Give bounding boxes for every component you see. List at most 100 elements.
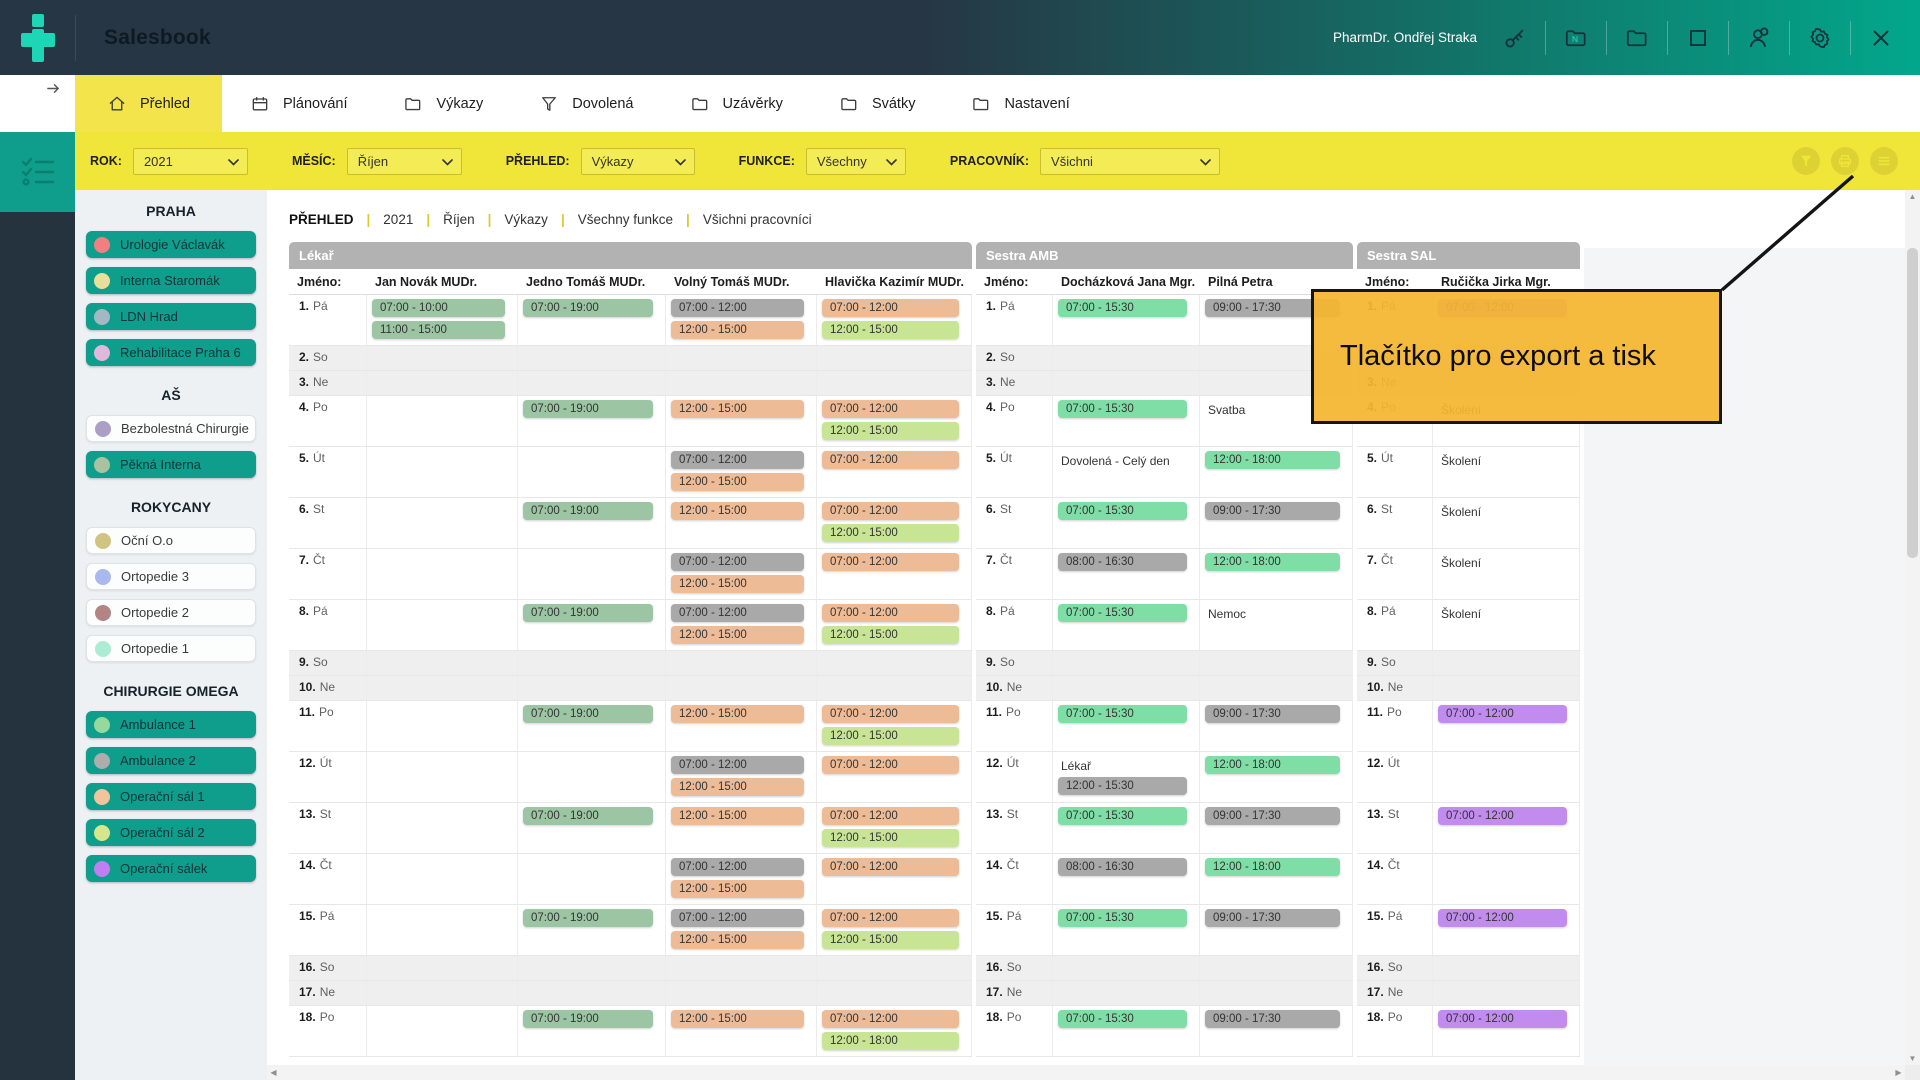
schedule-cell[interactable]: [1200, 676, 1353, 701]
schedule-cell[interactable]: [817, 676, 972, 701]
shift-chip[interactable]: 07:00 - 15:30: [1058, 299, 1187, 317]
schedule-cell[interactable]: 07:00 - 15:30: [1053, 396, 1200, 447]
shift-chip[interactable]: 09:00 - 17:30: [1205, 705, 1340, 723]
shift-chip[interactable]: 09:00 - 17:30: [1205, 1010, 1340, 1028]
schedule-cell[interactable]: 07:00 - 19:00: [518, 1006, 666, 1057]
schedule-cell[interactable]: [1053, 676, 1200, 701]
shift-chip[interactable]: 12:00 - 18:00: [822, 1032, 959, 1050]
schedule-cell[interactable]: [1200, 651, 1353, 676]
schedule-cell[interactable]: 07:00 - 12:00: [1433, 803, 1580, 854]
shift-chip[interactable]: 12:00 - 15:00: [822, 829, 959, 847]
schedule-cell[interactable]: 07:00 - 12:0012:00 - 15:00: [817, 498, 972, 549]
shift-chip[interactable]: 07:00 - 15:30: [1058, 604, 1187, 622]
shift-chip[interactable]: 07:00 - 19:00: [523, 400, 653, 418]
sidebar-item[interactable]: Operační sál 1: [86, 783, 256, 810]
schedule-cell[interactable]: [367, 447, 518, 498]
sidebar-item[interactable]: Urologie Václavák: [86, 231, 256, 258]
shift-chip[interactable]: 12:00 - 15:00: [671, 880, 804, 898]
schedule-cell[interactable]: 07:00 - 12:0012:00 - 15:00: [666, 905, 817, 956]
filter-button[interactable]: [1792, 147, 1820, 175]
schedule-cell[interactable]: [1433, 651, 1580, 676]
schedule-cell[interactable]: Lékař12:00 - 15:30: [1053, 752, 1200, 803]
schedule-cell[interactable]: 09:00 - 17:30: [1200, 498, 1353, 549]
schedule-cell[interactable]: [367, 600, 518, 651]
shift-chip[interactable]: 07:00 - 19:00: [523, 604, 653, 622]
schedule-cell[interactable]: [666, 371, 817, 396]
shift-chip[interactable]: 12:00 - 15:00: [671, 626, 804, 644]
shift-chip[interactable]: 07:00 - 12:00: [822, 299, 959, 317]
tab-nastavení[interactable]: Nastavení: [943, 75, 1097, 132]
schedule-cell[interactable]: 07:00 - 12:0012:00 - 15:00: [666, 447, 817, 498]
sidebar-item[interactable]: Ortopedie 2: [86, 599, 256, 626]
schedule-cell[interactable]: 07:00 - 15:30: [1053, 1006, 1200, 1057]
schedule-cell[interactable]: [817, 651, 972, 676]
schedule-cell[interactable]: [1053, 651, 1200, 676]
shift-chip[interactable]: 07:00 - 12:00: [822, 553, 959, 571]
shift-chip[interactable]: 07:00 - 15:30: [1058, 1010, 1187, 1028]
schedule-cell[interactable]: [367, 905, 518, 956]
schedule-cell[interactable]: Školení: [1433, 549, 1580, 600]
key-icon[interactable]: [1502, 25, 1528, 51]
schedule-cell[interactable]: 09:00 - 17:30: [1200, 1006, 1353, 1057]
schedule-cell[interactable]: 12:00 - 18:00: [1200, 447, 1353, 498]
schedule-cell[interactable]: 07:00 - 15:30: [1053, 600, 1200, 651]
schedule-cell[interactable]: [1200, 981, 1353, 1006]
schedule-cell[interactable]: 07:00 - 15:30: [1053, 701, 1200, 752]
tab-plánování[interactable]: Plánování: [222, 75, 376, 132]
schedule-cell[interactable]: [367, 371, 518, 396]
shift-chip[interactable]: 07:00 - 12:00: [671, 604, 804, 622]
shift-chip[interactable]: 11:00 - 15:00: [372, 321, 505, 339]
schedule-cell[interactable]: 07:00 - 12:0012:00 - 15:00: [817, 396, 972, 447]
schedule-cell[interactable]: Dovolená - Celý den: [1053, 447, 1200, 498]
schedule-cell[interactable]: 07:00 - 12:0012:00 - 15:00: [817, 600, 972, 651]
shift-chip[interactable]: 07:00 - 12:00: [822, 502, 959, 520]
schedule-cell[interactable]: [817, 956, 972, 981]
shift-chip[interactable]: 07:00 - 12:00: [822, 400, 959, 418]
schedule-cell[interactable]: [367, 752, 518, 803]
schedule-cell[interactable]: 07:00 - 19:00: [518, 905, 666, 956]
user-search-icon[interactable]: [1746, 25, 1772, 51]
shift-chip[interactable]: 07:00 - 10:00: [372, 299, 505, 317]
shift-chip[interactable]: 08:00 - 16:30: [1058, 553, 1187, 571]
schedule-cell[interactable]: 12:00 - 18:00: [1200, 549, 1353, 600]
horizontal-scrollbar[interactable]: ◀ ▶: [267, 1065, 1905, 1080]
schedule-cell[interactable]: 08:00 - 16:30: [1053, 854, 1200, 905]
schedule-cell[interactable]: 07:00 - 12:0012:00 - 15:00: [666, 549, 817, 600]
sidebar-item[interactable]: Bezbolestná Chirurgie: [86, 415, 256, 442]
shift-chip[interactable]: 07:00 - 15:30: [1058, 705, 1187, 723]
schedule-cell[interactable]: [1433, 956, 1580, 981]
filter-select-pehled[interactable]: Výkazy: [581, 148, 695, 175]
schedule-cell[interactable]: [367, 498, 518, 549]
folder-icon[interactable]: [1624, 25, 1650, 51]
schedule-cell[interactable]: [518, 371, 666, 396]
close-icon[interactable]: [1868, 25, 1894, 51]
menu-button[interactable]: [1870, 147, 1898, 175]
schedule-cell[interactable]: 07:00 - 12:0012:00 - 18:00: [817, 1006, 972, 1057]
schedule-cell[interactable]: [1053, 346, 1200, 371]
shift-chip[interactable]: 12:00 - 15:30: [1058, 777, 1187, 795]
schedule-cell[interactable]: [367, 396, 518, 447]
settings-gear-icon[interactable]: [1807, 25, 1833, 51]
shift-chip[interactable]: 12:00 - 15:00: [671, 931, 804, 949]
sidebar-item[interactable]: Ortopedie 1: [86, 635, 256, 662]
shift-chip[interactable]: 12:00 - 15:00: [671, 321, 804, 339]
shift-chip[interactable]: 07:00 - 19:00: [523, 909, 653, 927]
schedule-cell[interactable]: 12:00 - 18:00: [1200, 854, 1353, 905]
shift-chip[interactable]: 07:00 - 12:00: [671, 451, 804, 469]
schedule-cell[interactable]: [367, 854, 518, 905]
schedule-cell[interactable]: 07:00 - 12:00: [1433, 1006, 1580, 1057]
schedule-cell[interactable]: 09:00 - 17:30: [1200, 701, 1353, 752]
schedule-cell[interactable]: [367, 981, 518, 1006]
shift-chip[interactable]: 12:00 - 18:00: [1205, 553, 1340, 571]
shift-chip[interactable]: 07:00 - 15:30: [1058, 502, 1187, 520]
schedule-cell[interactable]: [518, 981, 666, 1006]
shift-chip[interactable]: 12:00 - 15:00: [822, 321, 959, 339]
sidebar-item[interactable]: Pěkná Interna: [86, 451, 256, 478]
shift-chip[interactable]: 07:00 - 12:00: [822, 705, 959, 723]
shift-chip[interactable]: 07:00 - 19:00: [523, 299, 653, 317]
schedule-cell[interactable]: [367, 549, 518, 600]
shift-chip[interactable]: 09:00 - 17:30: [1205, 502, 1340, 520]
shift-chip[interactable]: 12:00 - 15:00: [671, 807, 804, 825]
shift-chip[interactable]: 07:00 - 15:30: [1058, 807, 1187, 825]
filter-select-msc[interactable]: Říjen: [347, 148, 462, 175]
